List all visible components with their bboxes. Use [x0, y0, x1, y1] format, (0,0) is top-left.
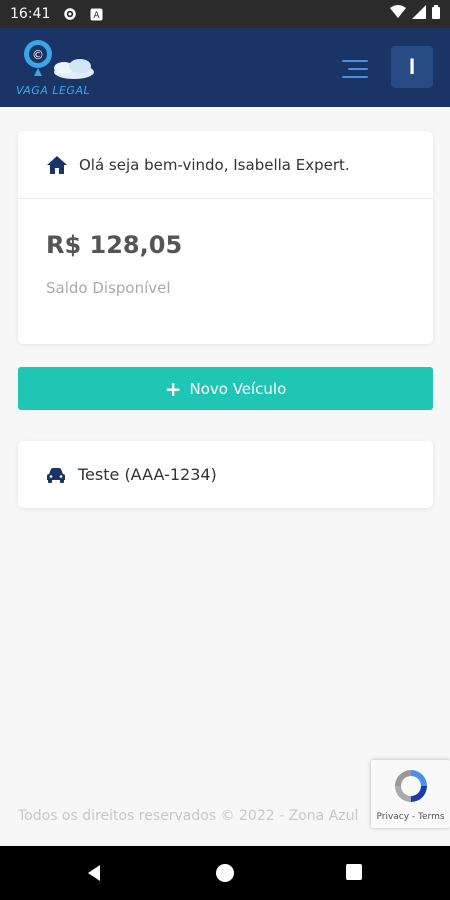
- car-icon: [46, 467, 66, 483]
- vehicle-label: Teste (AAA-1234): [78, 465, 217, 484]
- user-avatar-button[interactable]: I: [391, 46, 433, 88]
- home-button-icon[interactable]: [216, 864, 234, 882]
- recaptcha-badge[interactable]: Privacy - Terms: [371, 760, 450, 828]
- balance-amount: R$ 128,05: [46, 231, 183, 259]
- settings-icon: [62, 6, 78, 22]
- home-icon: [46, 155, 68, 175]
- new-vehicle-button[interactable]: + Novo Veículo: [18, 367, 433, 410]
- vaga-legal-logo[interactable]: © VAGA LEGAL: [16, 38, 98, 98]
- footer-copyright: Todos os direitos reservados © 2022 - Zo…: [18, 808, 359, 824]
- notification-icon: A: [88, 6, 104, 22]
- svg-text:A: A: [93, 11, 100, 21]
- logo-text: VAGA LEGAL: [16, 84, 91, 97]
- plus-icon: +: [164, 376, 182, 401]
- vehicle-list-item[interactable]: Teste (AAA-1234): [18, 441, 433, 508]
- wifi-icon: [390, 5, 406, 23]
- recaptcha-terms[interactable]: Privacy - Terms: [371, 812, 450, 822]
- back-icon[interactable]: [86, 864, 102, 886]
- svg-text:©: ©: [32, 48, 44, 62]
- recaptcha-icon: [391, 766, 431, 806]
- recent-apps-icon[interactable]: [346, 864, 362, 880]
- status-bar: 16:41 A: [0, 0, 450, 28]
- status-time: 16:41: [10, 6, 51, 22]
- android-nav-bar: [0, 846, 450, 900]
- menu-button[interactable]: [336, 48, 372, 88]
- balance-label: Saldo Disponível: [46, 279, 171, 297]
- welcome-greeting: Olá seja bem-vindo, Isabella Expert.: [79, 155, 350, 174]
- welcome-row: Olá seja bem-vindo, Isabella Expert.: [18, 131, 433, 199]
- app-header: © VAGA LEGAL I: [0, 28, 450, 107]
- signal-icon: [412, 5, 426, 23]
- battery-icon: [432, 5, 440, 23]
- new-vehicle-label: Novo Veículo: [189, 379, 287, 398]
- welcome-card: Olá seja bem-vindo, Isabella Expert. R$ …: [18, 131, 433, 344]
- menu-icon: [342, 60, 368, 62]
